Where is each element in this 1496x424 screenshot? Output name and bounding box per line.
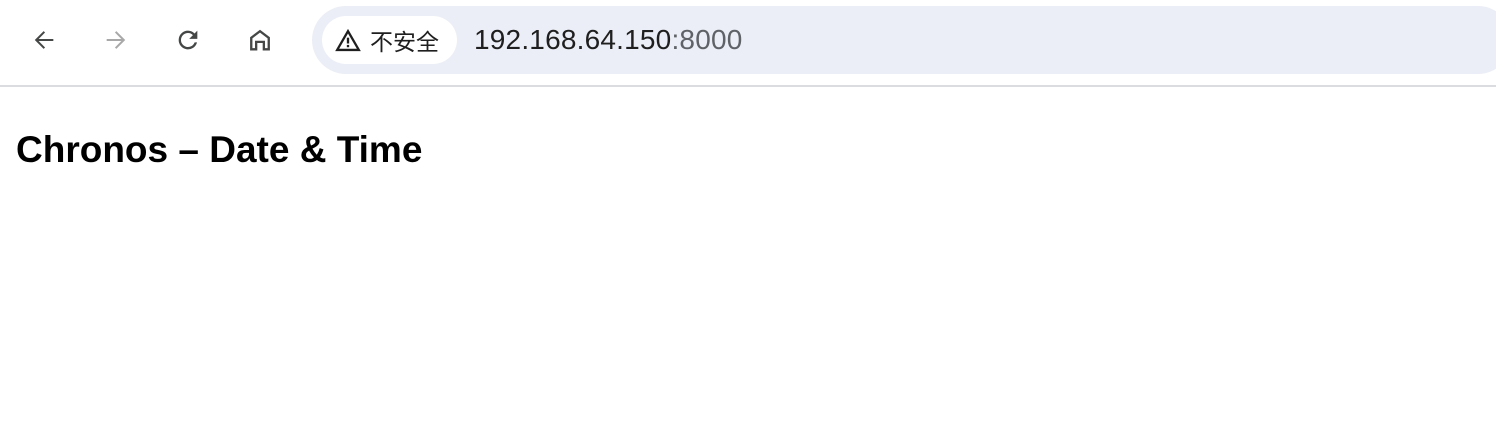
- forward-arrow-icon: [106, 31, 126, 49]
- forward-button[interactable]: [96, 20, 136, 60]
- back-button[interactable]: [24, 20, 64, 60]
- back-arrow-icon: [34, 31, 54, 49]
- not-secure-label: 不安全: [370, 30, 439, 56]
- reload-icon: [178, 30, 198, 50]
- home-icon: [250, 29, 270, 51]
- url-text[interactable]: 192.168.64.150:8000: [474, 6, 743, 74]
- browser-toolbar: 不安全 192.168.64.150:8000: [0, 0, 1496, 87]
- address-bar[interactable]: 不安全 192.168.64.150:8000: [312, 6, 1496, 74]
- reload-button[interactable]: [168, 20, 208, 60]
- page-title: Chronos – Date & Time: [16, 129, 423, 170]
- home-button[interactable]: [240, 20, 280, 60]
- url-port: :8000: [671, 24, 743, 55]
- site-info-chip[interactable]: 不安全: [322, 16, 457, 64]
- url-host: 192.168.64.150: [474, 24, 672, 55]
- page-content: Chronos – Date & Time: [0, 89, 1496, 424]
- warning-triangle-icon: [335, 28, 361, 52]
